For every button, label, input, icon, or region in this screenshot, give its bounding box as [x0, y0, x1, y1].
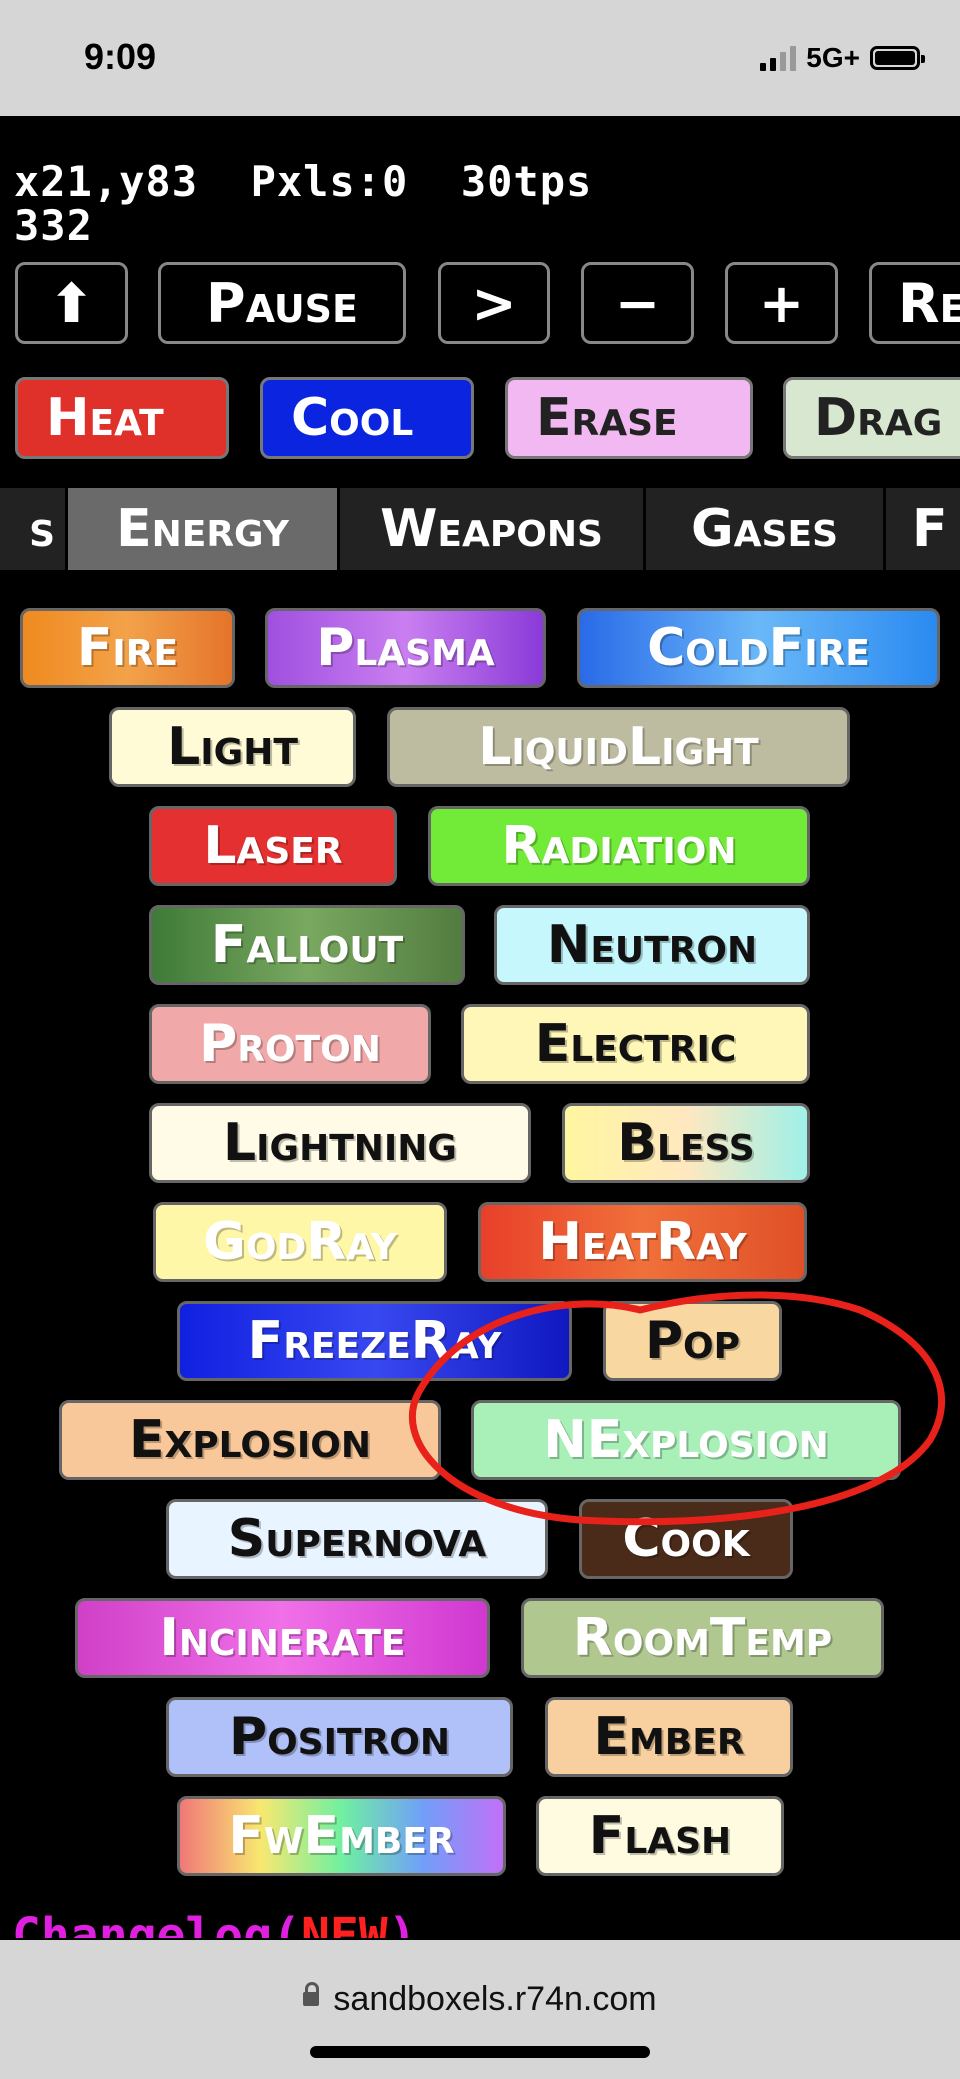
- tool-drag-button[interactable]: Drag: [783, 377, 960, 459]
- element-laser-button[interactable]: Laser: [149, 806, 397, 886]
- element-proton-button[interactable]: Proton: [149, 1004, 431, 1084]
- battery-icon: [870, 46, 925, 70]
- tab-gases[interactable]: Gases: [646, 488, 886, 570]
- category-tabs: s Energy Weapons Gases F: [0, 488, 960, 570]
- tab-weapons[interactable]: Weapons: [340, 488, 646, 570]
- element-cook-button[interactable]: Cook: [579, 1499, 793, 1579]
- element-bless-button[interactable]: Bless: [562, 1103, 810, 1183]
- status-time: 9:09: [84, 36, 157, 77]
- element-fire-button[interactable]: Fire: [20, 608, 235, 688]
- zoom-out-button[interactable]: −: [581, 262, 694, 344]
- element-plasma-button[interactable]: Plasma: [265, 608, 546, 688]
- network-label: 5G+: [806, 42, 860, 73]
- tool-cool-button[interactable]: Cool: [260, 377, 474, 459]
- tab-previous[interactable]: s: [0, 488, 68, 570]
- changelog-link[interactable]: Changelog(NEW): [12, 1908, 417, 1938]
- signal-icon: [760, 45, 797, 71]
- browser-bar: sandboxels.r74n.com: [0, 1940, 960, 2079]
- address-bar[interactable]: sandboxels.r74n.com: [0, 1980, 960, 2019]
- element-explosion-button[interactable]: Explosion: [59, 1400, 441, 1480]
- element-nexplosion-button[interactable]: NExplosion: [471, 1400, 901, 1480]
- url-text: sandboxels.r74n.com: [333, 1980, 657, 2018]
- tool-erase-button[interactable]: Erase: [505, 377, 753, 459]
- element-radiation-button[interactable]: Radiation: [428, 806, 810, 886]
- tool-heat-button[interactable]: Heat: [15, 377, 229, 459]
- stats-line-2: 332: [14, 201, 93, 250]
- element-godray-button[interactable]: GodRay: [153, 1202, 447, 1282]
- status-bar: 9:09 5G+: [0, 0, 960, 116]
- element-pop-button[interactable]: Pop: [603, 1301, 782, 1381]
- home-indicator[interactable]: [310, 2046, 650, 2058]
- up-arrow-button[interactable]: ⬆: [15, 262, 128, 344]
- element-roomtemp-button[interactable]: RoomTemp: [521, 1598, 884, 1678]
- element-lightning-button[interactable]: Lightning: [149, 1103, 531, 1183]
- lock-icon: [303, 1982, 320, 2007]
- element-ember-button[interactable]: Ember: [545, 1697, 793, 1777]
- tab-energy[interactable]: Energy: [68, 488, 340, 570]
- zoom-in-button[interactable]: +: [725, 262, 838, 344]
- element-flash-button[interactable]: Flash: [536, 1796, 784, 1876]
- reset-button[interactable]: Re: [869, 262, 960, 344]
- element-fwember-button[interactable]: FwEmber: [177, 1796, 506, 1876]
- element-heatray-button[interactable]: HeatRay: [478, 1202, 807, 1282]
- element-supernova-button[interactable]: Supernova: [166, 1499, 548, 1579]
- game-stats: x21,y83 Pxls:0 30tps 332: [14, 160, 592, 248]
- changelog-new: NEW: [300, 1908, 388, 1938]
- step-button[interactable]: >: [438, 262, 550, 344]
- element-liquidlight-button[interactable]: LiquidLight: [387, 707, 850, 787]
- status-icons: 5G+: [760, 42, 925, 74]
- changelog-close: ): [387, 1908, 417, 1938]
- element-incinerate-button[interactable]: Incinerate: [75, 1598, 490, 1678]
- element-light-button[interactable]: Light: [109, 707, 356, 787]
- element-neutron-button[interactable]: Neutron: [494, 905, 810, 985]
- element-freezeray-button[interactable]: FreezeRay: [177, 1301, 572, 1381]
- pause-button[interactable]: Pause: [158, 262, 406, 344]
- element-positron-button[interactable]: Positron: [166, 1697, 513, 1777]
- changelog-text: Changelog(: [12, 1908, 301, 1938]
- element-electric-button[interactable]: Electric: [461, 1004, 810, 1084]
- element-coldfire-button[interactable]: ColdFire: [577, 608, 940, 688]
- tab-next[interactable]: F: [886, 488, 960, 570]
- element-fallout-button[interactable]: Fallout: [149, 905, 465, 985]
- stats-line-1: x21,y83 Pxls:0 30tps: [14, 157, 593, 206]
